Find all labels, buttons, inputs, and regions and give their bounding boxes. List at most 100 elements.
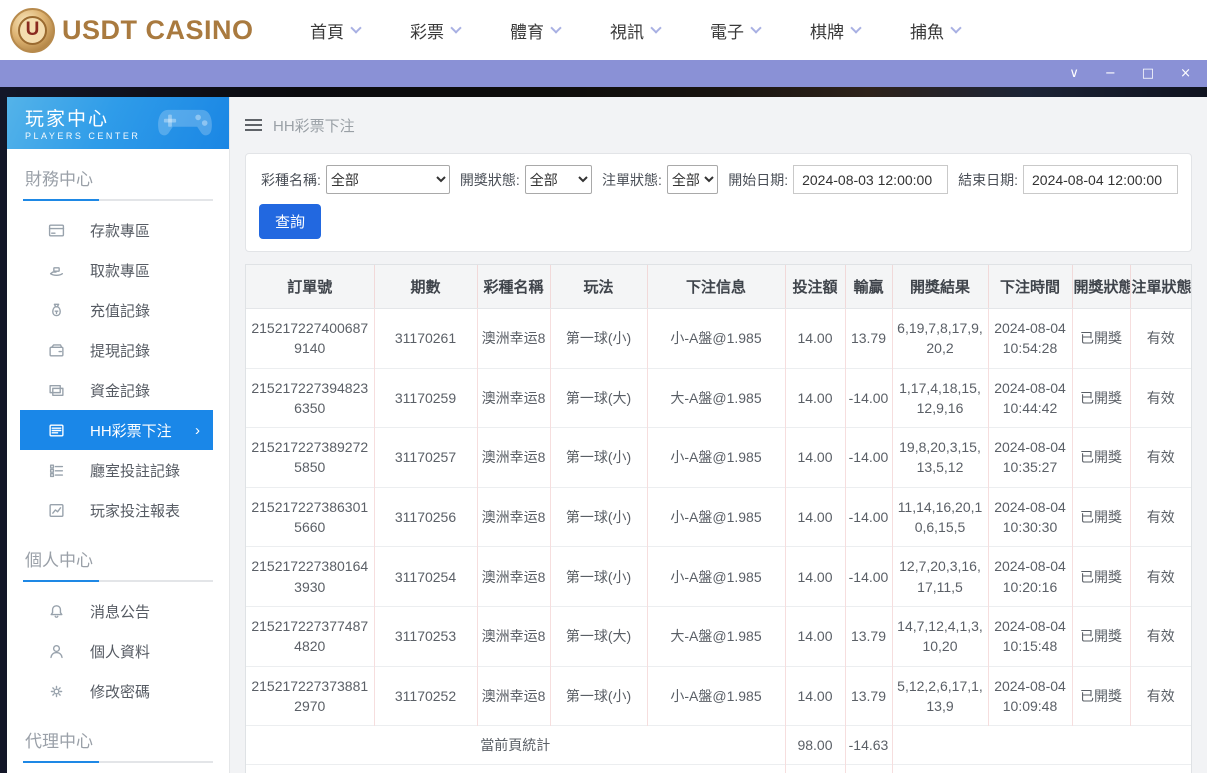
main-content: HH彩票下注 彩種名稱: 全部 開獎狀態: 全部 注單狀態: 全部 開始日期: …	[230, 97, 1207, 773]
sidebar-item-profile[interactable]: 個人資料	[20, 631, 213, 671]
nav-item-lottery[interactable]: 彩票	[410, 18, 462, 43]
column-header: 開獎結果	[891, 265, 988, 309]
table-cell: 31170261	[373, 308, 477, 369]
table-cell: 14,7,12,4,1,3,10,20	[891, 605, 988, 667]
minimize-icon[interactable]: −	[1105, 67, 1116, 80]
nav-item-live-video[interactable]: 視訊	[610, 18, 662, 43]
table-cell: -14.00	[844, 546, 892, 607]
top-nav: 首頁 彩票 體育 視訊 電子 棋牌 捕魚	[310, 18, 962, 43]
sidebar-item-withdrawal-records[interactable]: 提現記錄	[20, 330, 213, 370]
table-cell: 14.00	[784, 367, 845, 428]
gear-icon	[48, 683, 65, 700]
summary-win-loss-total: -14.63	[844, 725, 892, 765]
bets-table: 訂單號 期數 彩種名稱 玩法 下注信息 投注額 輸贏 開獎結果 下注時間 開獎狀態 注單狀態 215…	[246, 265, 1191, 773]
sidebar-item-label: HH彩票下注	[90, 422, 172, 440]
summary-row: 總統計98.00-14.63	[246, 764, 1191, 773]
summary-empty-cell	[891, 764, 1191, 773]
table-cell: 31170257	[373, 427, 477, 488]
chevron-down-icon	[850, 22, 862, 34]
sidebar-item-player-bet-report[interactable]: 玩家投注報表	[20, 490, 213, 530]
desktop-background: 玩家中心 PLAYERS CENTER 財務中心 存款專區 取款專區 充值記錄 提現記錄…	[0, 87, 1207, 773]
table-cell: 有效	[1129, 308, 1191, 369]
nav-item-label: 首頁	[310, 22, 344, 42]
table-cell: 已開獎	[1071, 308, 1130, 369]
nav-item-electronic[interactable]: 電子	[710, 18, 762, 43]
nav-item-sports[interactable]: 體育	[510, 18, 562, 43]
filter-panel: 彩種名稱: 全部 開獎狀態: 全部 注單狀態: 全部 開始日期: 結束日期:	[245, 153, 1192, 252]
site-logo[interactable]: U USDT CASINO	[10, 7, 260, 53]
table-cell: 2152172274006879140	[246, 308, 374, 369]
sidebar-item-room-bet-records[interactable]: 廳室投註記錄	[20, 450, 213, 490]
table-cell: 14.00	[784, 486, 845, 547]
sidebar-item-change-password[interactable]: 修改密碼	[20, 671, 213, 711]
table-cell: 2024-08-04 10:35:27	[987, 427, 1072, 488]
nav-item-label: 彩票	[410, 22, 444, 42]
table-cell: 有效	[1129, 665, 1191, 726]
table-row: 2152172274006879140 31170261 澳洲幸运8 第一球(小) 小-…	[246, 308, 1191, 369]
table-cell: 2152172273738812970	[246, 665, 374, 726]
column-header: 下注時間	[987, 265, 1072, 309]
table-cell: -14.00	[844, 367, 892, 428]
table-cell: 第一球(小)	[549, 665, 647, 726]
column-header: 玩法	[549, 265, 647, 309]
start-date-input[interactable]	[793, 165, 949, 194]
sidebar-item-label: 消息公告	[90, 603, 151, 621]
table-cell: 1,17,4,18,15,12,9,16	[891, 367, 988, 428]
chevron-right-icon: ›	[195, 421, 200, 439]
chevron-down-icon	[950, 22, 962, 34]
table-cell: 澳洲幸运8	[476, 308, 550, 369]
column-header: 投注額	[784, 265, 845, 309]
column-header: 彩種名稱	[476, 265, 550, 309]
end-date-input[interactable]	[1023, 165, 1178, 194]
table-cell: 已開獎	[1071, 665, 1130, 726]
order-status-select[interactable]: 全部	[666, 165, 719, 194]
end-date-label: 結束日期:	[958, 171, 1018, 188]
table-cell: 2152172273863015660	[246, 486, 374, 547]
table-cell: 有效	[1129, 427, 1191, 488]
nav-item-home[interactable]: 首頁	[310, 18, 362, 43]
search-button[interactable]: 查詢	[259, 204, 322, 239]
chevron-down-icon	[550, 22, 562, 34]
page-title: HH彩票下注	[273, 117, 355, 135]
lottery-name-select[interactable]: 全部	[325, 165, 450, 194]
nav-item-chess-cards[interactable]: 棋牌	[810, 18, 862, 43]
table-cell: 第一球(大)	[549, 367, 647, 428]
sidebar-item-label: 取款專區	[90, 262, 151, 280]
summary-bet-total: 98.00	[784, 725, 845, 765]
close-icon[interactable]: ×	[1180, 67, 1191, 80]
sidebar-item-announcements[interactable]: 消息公告	[20, 591, 213, 631]
maximize-icon[interactable]: □	[1142, 67, 1154, 80]
table-row: 2152172273738812970 31170252 澳洲幸运8 第一球(小) 小-…	[246, 665, 1191, 726]
column-header: 期數	[373, 265, 477, 309]
table-row: 2152172273948236350 31170259 澳洲幸运8 第一球(大) 大-…	[246, 367, 1191, 428]
draw-status-select[interactable]: 全部	[524, 165, 592, 194]
nav-item-label: 捕魚	[910, 22, 944, 42]
table-cell: 已開獎	[1071, 486, 1130, 547]
user-icon	[48, 643, 65, 660]
sidebar-item-withdraw[interactable]: 取款專區	[20, 250, 213, 290]
window-controls: ∨ − □ ×	[1069, 67, 1191, 80]
table-cell: 小-A盤@1.985	[646, 486, 785, 547]
list-doc-icon	[48, 422, 65, 439]
bets-table-panel: 訂單號 期數 彩種名稱 玩法 下注信息 投注額 輸贏 開獎結果 下注時間 開獎狀態 注單狀態 215…	[245, 264, 1192, 773]
collapse-icon[interactable]: ∨	[1069, 67, 1079, 80]
table-row: 2152172273774874820 31170253 澳洲幸运8 第一球(大) 大-…	[246, 605, 1191, 667]
table-cell: 12,7,20,3,16,17,11,5	[891, 546, 988, 607]
nav-item-fishing[interactable]: 捕魚	[910, 18, 962, 43]
sidebar-item-recharge-records[interactable]: 充值記錄	[20, 290, 213, 330]
sidebar-item-deposit[interactable]: 存款專區	[20, 210, 213, 250]
sidebar-item-funds-records[interactable]: 資金記錄	[20, 370, 213, 410]
table-cell: 31170253	[373, 605, 477, 667]
hamburger-icon[interactable]	[245, 118, 262, 132]
sidebar-item-hh-lottery-bets[interactable]: HH彩票下注 ›	[20, 410, 213, 450]
sidebar-header: 玩家中心 PLAYERS CENTER	[7, 97, 229, 149]
sidebar-item-label: 玩家投注報表	[90, 502, 181, 520]
chevron-down-icon	[450, 22, 462, 34]
nav-item-label: 體育	[510, 22, 544, 42]
sidebar: 玩家中心 PLAYERS CENTER 財務中心 存款專區 取款專區 充值記錄 提現記錄…	[7, 97, 230, 773]
order-status-label: 注單狀態:	[601, 171, 662, 188]
table-row: 2152172273892725850 31170257 澳洲幸运8 第一球(小) 小-…	[246, 427, 1191, 488]
gamepad-icon	[155, 104, 215, 147]
table-cell: 有效	[1129, 605, 1191, 667]
table-cell: 2024-08-04 10:44:42	[987, 367, 1072, 428]
